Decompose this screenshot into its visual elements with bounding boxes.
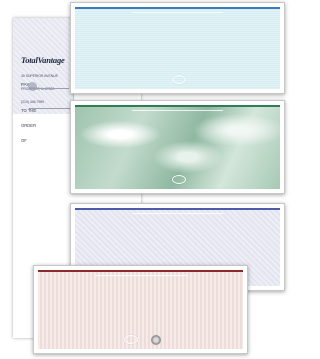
check-face [38, 270, 243, 349]
check-stock-stack: TotalVantage 40 SUPERIOR AVENUE PROSPECT… [0, 0, 285, 359]
order-line: ORDER [21, 123, 37, 128]
check-face [75, 105, 280, 189]
microprint-line [132, 110, 223, 111]
padlock-icon [124, 335, 139, 344]
security-badge-icon [150, 335, 161, 345]
color-bar [75, 208, 280, 210]
microprint-line [132, 213, 223, 214]
microprint-line [95, 275, 186, 276]
pay-line [29, 88, 69, 89]
order-line: OF [21, 138, 27, 143]
color-bar [38, 270, 243, 272]
order-label: TO THE ORDER OF [21, 98, 36, 153]
color-bar [75, 7, 280, 9]
address-line: 40 SUPERIOR AVENUE [21, 74, 58, 79]
check-burgundy [33, 265, 248, 354]
padlock-icon [171, 175, 186, 184]
order-line-rule [29, 108, 73, 109]
microprint-line [132, 12, 223, 13]
check-face [75, 7, 280, 89]
seal-icon [28, 82, 37, 91]
color-bar [75, 105, 280, 107]
brand-name: TotalVantage [21, 55, 65, 65]
sheet-header: TotalVantage 40 SUPERIOR AVENUE PROSPECT… [13, 18, 74, 143]
check-green-marble [70, 100, 285, 194]
padlock-icon [171, 75, 186, 84]
check-blue [70, 2, 285, 94]
